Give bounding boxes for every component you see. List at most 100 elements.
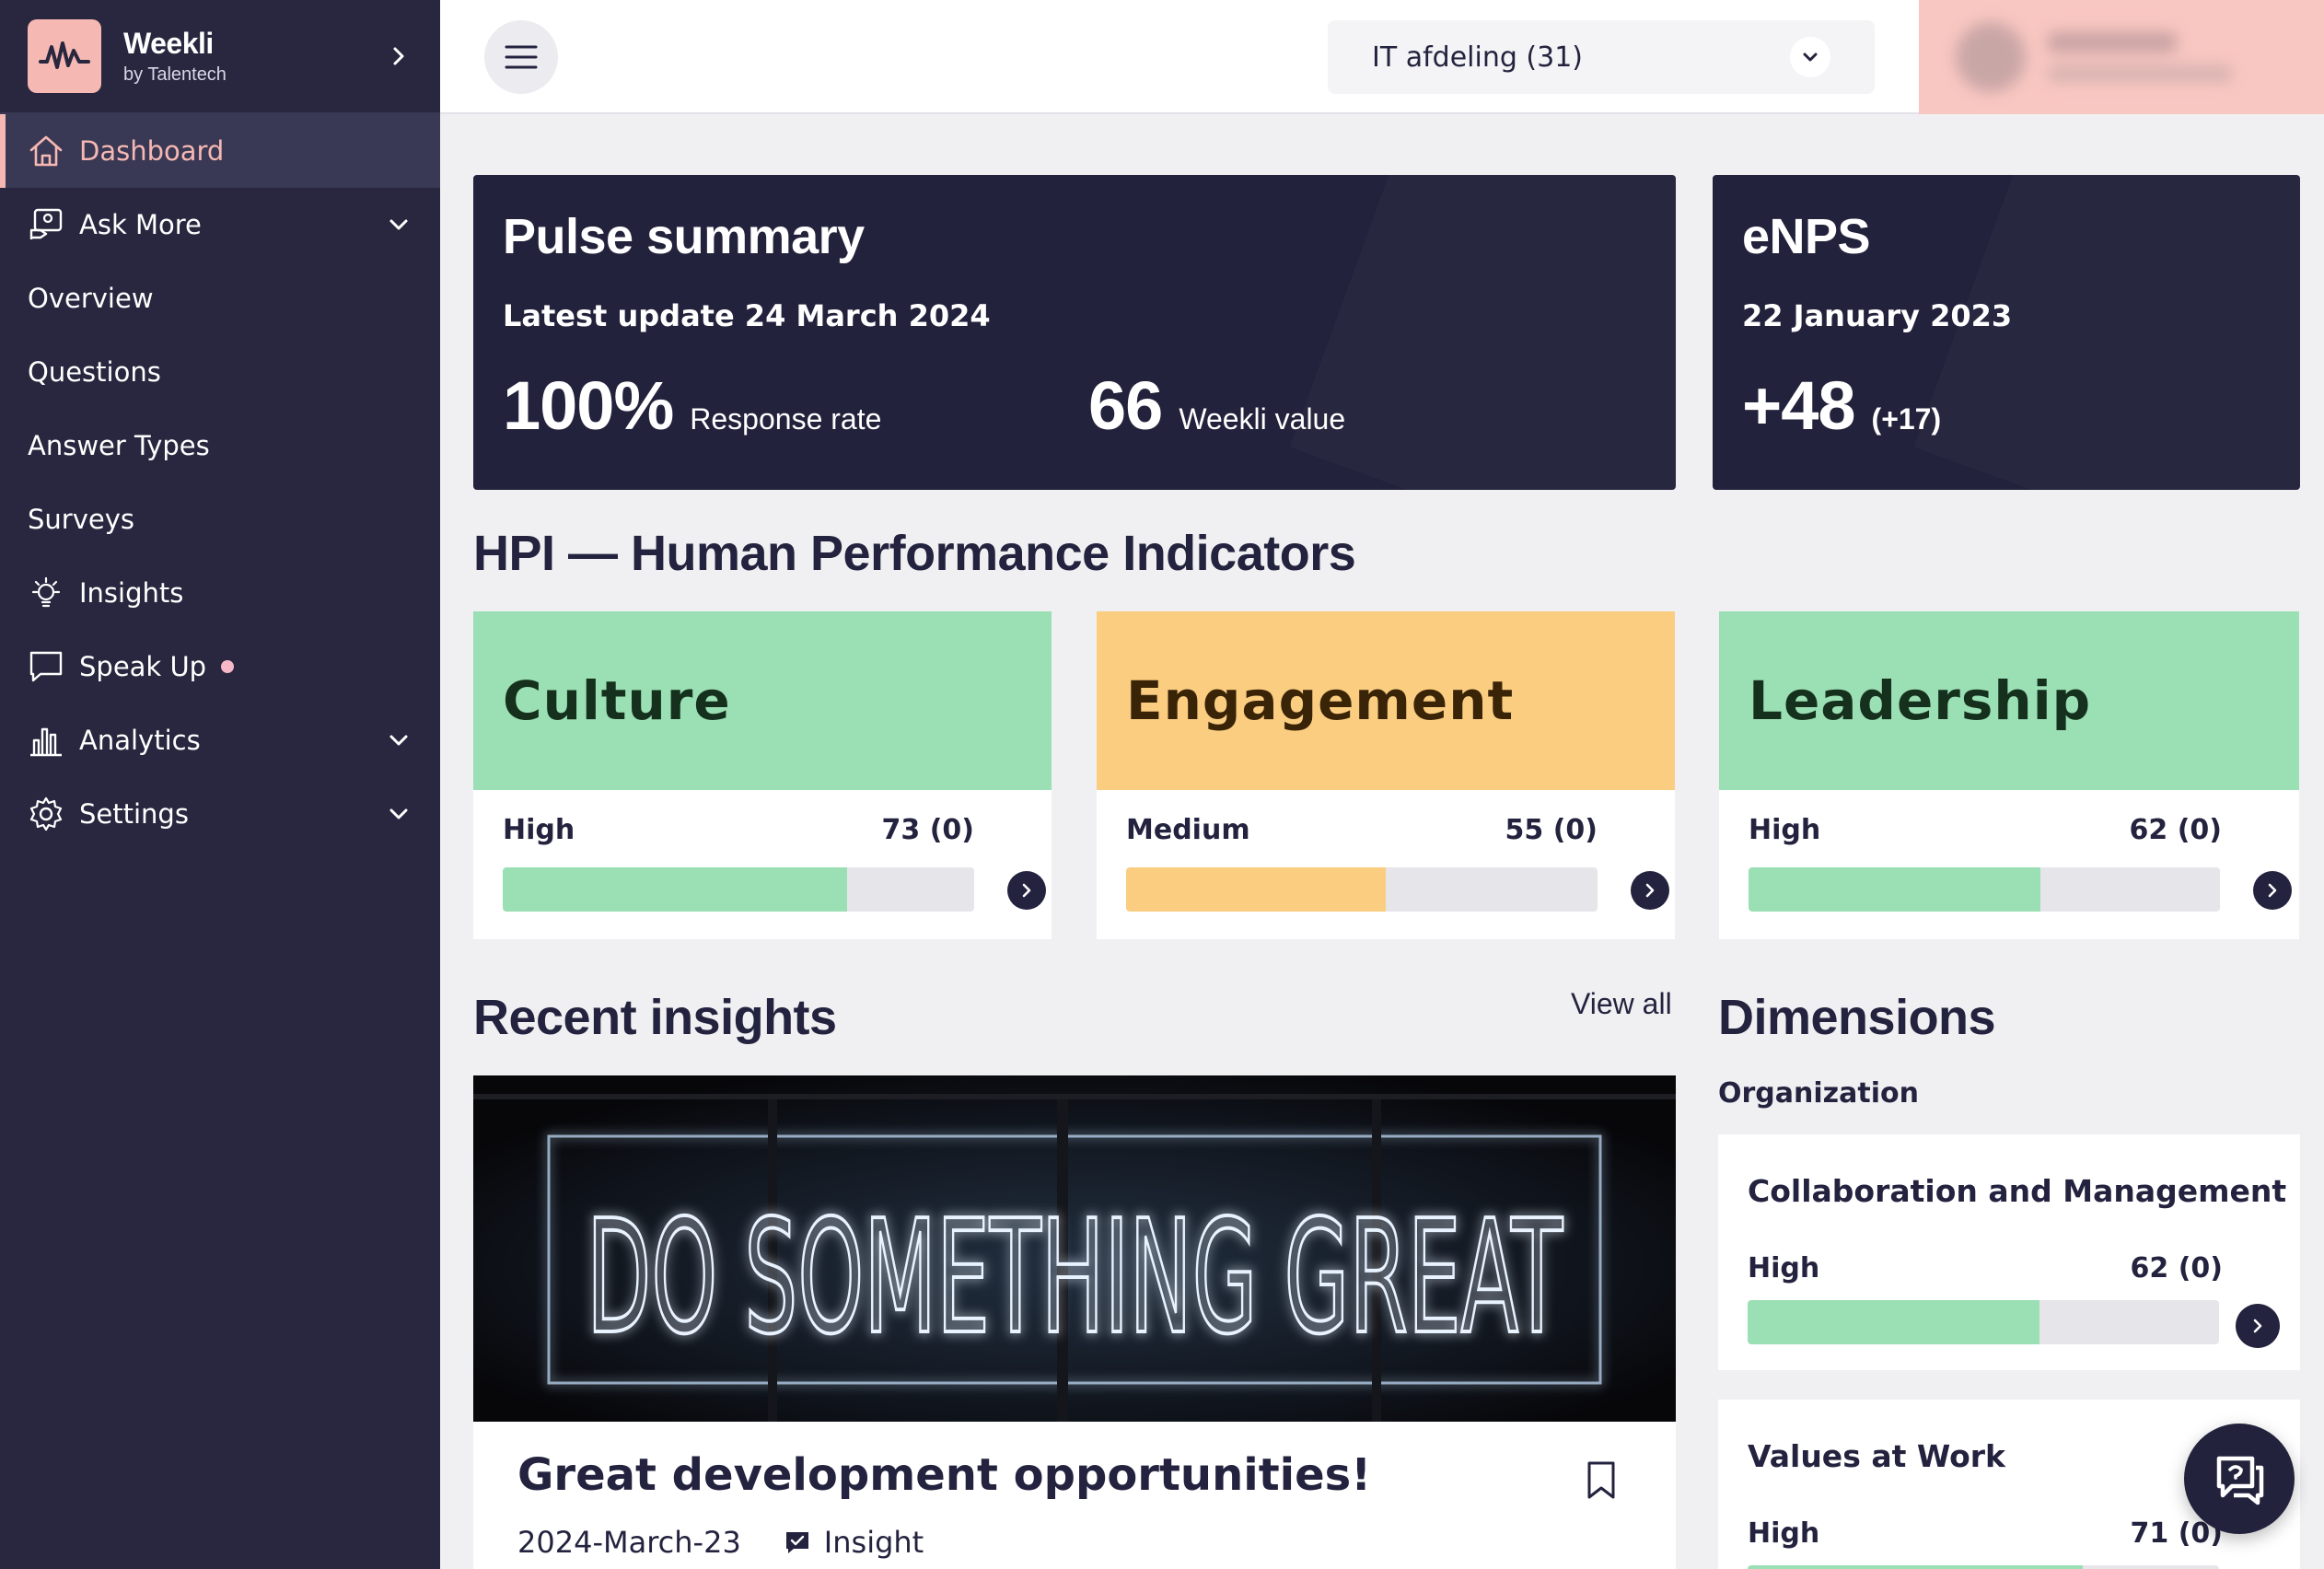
insight-type-label: Insight — [823, 1525, 924, 1560]
collapse-sidebar-chevron-icon[interactable] — [385, 42, 413, 70]
hamburger-menu-icon[interactable] — [484, 20, 558, 94]
user-menu[interactable] — [1919, 0, 2324, 114]
brand-sub: by Talentech — [123, 64, 227, 85]
sidebar-item-insights[interactable]: Insights — [0, 556, 440, 630]
sidebar-nav: Dashboard Ask More Overview Questions An… — [0, 114, 440, 851]
speech-bubble-icon — [28, 648, 64, 685]
progress-bar-fill — [1748, 1565, 2083, 1569]
dimension-level: High — [1748, 1252, 1820, 1284]
insight-card[interactable]: DO SOMETHING GREAT Great development opp… — [473, 1075, 1676, 1569]
progress-bar-fill — [1749, 867, 2041, 912]
hpi-card-leadership[interactable]: Leadership High 62 (0) — [1719, 611, 2299, 939]
blurred-user-profile — [1956, 20, 2287, 94]
chevron-down-icon — [1790, 37, 1830, 77]
sidebar-item-answer-types[interactable]: Answer Types — [0, 409, 440, 482]
brand-header[interactable]: Weekli by Talentech — [0, 0, 440, 114]
hpi-card-culture[interactable]: Culture High 73 (0) — [473, 611, 1052, 939]
bar-chart-icon — [28, 722, 64, 759]
enps-card[interactable]: eNPS 22 January 2023 +48 (+17) — [1713, 175, 2300, 490]
chevron-right-icon[interactable] — [2253, 871, 2292, 910]
help-chat-icon[interactable] — [2184, 1424, 2295, 1534]
neon-sign-text: DO SOMETHING GREAT — [587, 1187, 1563, 1369]
enps-delta: (+17) — [1871, 402, 1942, 436]
brand-text: Weekli by Talentech — [123, 27, 385, 86]
sidebar-item-overview[interactable]: Overview — [0, 262, 440, 335]
hpi-card-title: Leadership — [1749, 669, 2092, 732]
sidebar-item-label: Speak Up — [79, 651, 207, 682]
weekli-value-label: Weekli value — [1179, 402, 1346, 436]
sidebar-item-dashboard[interactable]: Dashboard — [0, 114, 440, 188]
sidebar-item-label: Surveys — [28, 504, 134, 535]
view-all-link[interactable]: View all — [1571, 987, 1672, 1021]
dimension-title: Values at Work — [1748, 1438, 2005, 1474]
sidebar-item-questions[interactable]: Questions — [0, 335, 440, 409]
sidebar-item-label: Questions — [28, 356, 161, 388]
hpi-score: 73 (0) — [881, 814, 975, 846]
organization-select-value: IT afdeling (31) — [1372, 41, 1583, 74]
brand-name: Weekli — [123, 27, 214, 60]
sidebar-item-label: Overview — [28, 283, 154, 314]
hpi-score: 62 (0) — [2129, 814, 2223, 846]
avatar — [1956, 22, 2026, 92]
weekli-logo-icon — [28, 19, 101, 93]
sidebar-item-surveys[interactable]: Surveys — [0, 482, 440, 556]
chevron-down-icon[interactable] — [385, 800, 413, 828]
sidebar-item-label: Insights — [79, 577, 184, 609]
dimensions-group-label: Organization — [1718, 1077, 1919, 1110]
progress-bar — [1126, 867, 1598, 912]
gear-icon — [28, 796, 64, 832]
dimension-level: High — [1748, 1517, 1820, 1550]
pulse-summary-subtitle: Latest update 24 March 2024 — [503, 298, 991, 333]
redacted-line — [2048, 65, 2232, 82]
sidebar: Weekli by Talentech Dashboard Ask More O… — [0, 0, 440, 1569]
notification-dot — [221, 660, 235, 673]
hpi-level: High — [503, 814, 575, 846]
chevron-right-icon[interactable] — [2236, 1304, 2280, 1348]
home-icon — [28, 133, 64, 169]
recent-insights-heading: Recent insights — [473, 990, 837, 1045]
hpi-heading: HPI — Human Performance Indicators — [473, 526, 1356, 581]
sidebar-item-label: Ask More — [79, 209, 202, 240]
dimension-card-collaboration[interactable]: Collaboration and Management High 62 (0) — [1718, 1134, 2300, 1370]
hpi-score: 55 (0) — [1505, 814, 1598, 846]
progress-bar — [1749, 867, 2220, 912]
sidebar-item-analytics[interactable]: Analytics — [0, 703, 440, 777]
bookmark-icon[interactable] — [1586, 1460, 1617, 1501]
progress-bar — [1748, 1300, 2219, 1344]
user-info-redacted — [2048, 32, 2232, 82]
chevron-down-icon[interactable] — [385, 211, 413, 238]
sidebar-item-label: Analytics — [79, 725, 201, 756]
chevron-right-icon[interactable] — [1631, 871, 1669, 910]
sidebar-item-label: Answer Types — [28, 430, 210, 461]
sidebar-item-label: Settings — [79, 798, 189, 830]
sidebar-item-speak-up[interactable]: Speak Up — [0, 630, 440, 703]
insight-image: DO SOMETHING GREAT — [473, 1075, 1676, 1422]
chevron-down-icon[interactable] — [385, 726, 413, 754]
insight-type-icon — [785, 1532, 808, 1553]
hpi-level: Medium — [1126, 814, 1250, 846]
progress-bar-fill — [1748, 1300, 2040, 1344]
insight-type: Insight — [784, 1525, 924, 1560]
progress-bar-fill — [1126, 867, 1386, 912]
weekli-value-stat: 66 Weekli value — [1088, 366, 1345, 445]
weekli-value: 66 — [1088, 367, 1163, 444]
hpi-card-header: Culture — [473, 611, 1052, 790]
response-rate-stat: 100% Response rate — [503, 366, 881, 445]
sidebar-item-settings[interactable]: Settings — [0, 777, 440, 851]
hpi-card-title: Engagement — [1126, 669, 1515, 732]
progress-bar — [1748, 1565, 2219, 1569]
ask-more-icon — [28, 206, 64, 243]
hpi-level: High — [1749, 814, 1821, 846]
progress-bar — [503, 867, 974, 912]
sidebar-item-label: Dashboard — [79, 135, 225, 167]
enps-date: 22 January 2023 — [1742, 298, 2013, 333]
hpi-card-title: Culture — [503, 669, 731, 732]
organization-select[interactable]: IT afdeling (31) — [1328, 20, 1875, 94]
hpi-card-engagement[interactable]: Engagement Medium 55 (0) — [1097, 611, 1675, 939]
response-rate-value: 100% — [503, 367, 674, 444]
pulse-summary-card: Pulse summary Latest update 24 March 202… — [473, 175, 1676, 490]
dimensions-heading: Dimensions — [1718, 990, 1996, 1045]
chevron-right-icon[interactable] — [1007, 871, 1046, 910]
sidebar-item-ask-more[interactable]: Ask More — [0, 188, 440, 262]
insight-title: Great development opportunities! — [517, 1449, 1372, 1501]
